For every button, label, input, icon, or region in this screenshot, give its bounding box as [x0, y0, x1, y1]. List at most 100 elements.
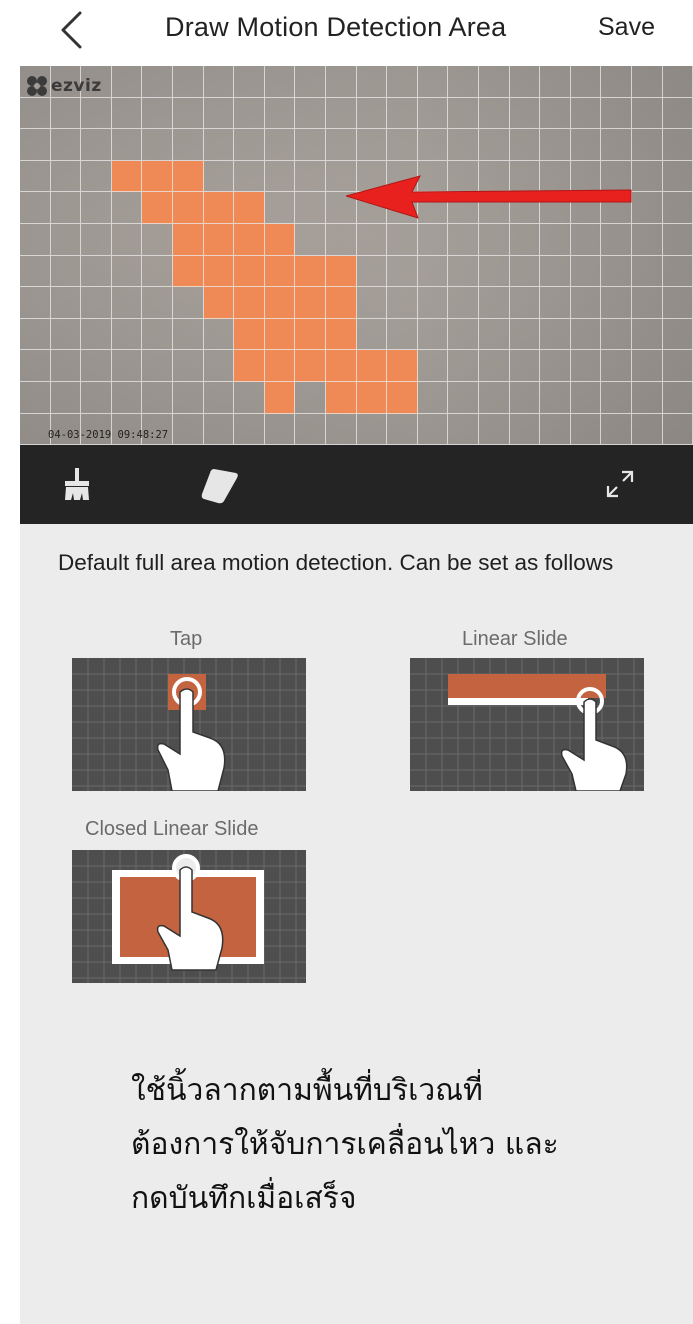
grid-cell[interactable] [356, 318, 388, 351]
grid-cell-selected[interactable] [295, 350, 326, 382]
grid-cell[interactable] [326, 97, 357, 130]
grid-cell[interactable] [173, 350, 204, 382]
grid-cell[interactable] [632, 129, 663, 161]
grid-cell[interactable] [479, 97, 510, 130]
grid-cell[interactable] [356, 287, 388, 319]
grid-cell[interactable] [570, 129, 602, 161]
fullscreen-button[interactable] [605, 469, 635, 503]
grid-cell[interactable] [662, 382, 693, 414]
save-button[interactable]: Save [598, 13, 655, 42]
grid-cell[interactable] [264, 66, 296, 98]
grid-cell[interactable] [20, 129, 51, 161]
grid-cell[interactable] [509, 255, 541, 288]
grid-cell[interactable] [662, 350, 693, 382]
grid-cell-selected[interactable] [326, 287, 357, 319]
grid-cell-selected[interactable] [295, 318, 326, 351]
grid-cell-selected[interactable] [173, 160, 204, 193]
grid-cell[interactable] [356, 255, 388, 288]
grid-cell[interactable] [570, 287, 602, 319]
grid-cell-selected[interactable] [234, 255, 265, 288]
grid-cell[interactable] [111, 224, 143, 256]
grid-cell[interactable] [509, 129, 541, 161]
grid-cell[interactable] [356, 224, 388, 256]
grid-cell-selected[interactable] [234, 287, 265, 319]
grid-cell[interactable] [479, 66, 510, 98]
grid-cell[interactable] [173, 413, 204, 445]
grid-cell[interactable] [570, 66, 602, 98]
grid-cell[interactable] [50, 382, 82, 414]
grid-cell[interactable] [50, 287, 82, 319]
grid-cell[interactable] [142, 350, 173, 382]
grid-cell[interactable] [540, 318, 571, 351]
grid-cell[interactable] [632, 382, 663, 414]
grid-cell-selected[interactable] [387, 382, 418, 414]
grid-cell[interactable] [81, 129, 112, 161]
grid-cell[interactable] [540, 97, 571, 130]
grid-cell[interactable] [417, 413, 449, 445]
grid-cell[interactable] [540, 224, 571, 256]
grid-cell[interactable] [632, 192, 663, 224]
grid-cell[interactable] [326, 413, 357, 445]
grid-cell[interactable] [601, 318, 632, 351]
grid-cell[interactable] [570, 255, 602, 288]
grid-cell[interactable] [570, 97, 602, 130]
grid-cell[interactable] [632, 66, 663, 98]
grid-cell[interactable] [632, 160, 663, 193]
grid-cell[interactable] [448, 255, 479, 288]
grid-cell[interactable] [142, 382, 173, 414]
grid-cell[interactable] [142, 129, 173, 161]
grid-cell[interactable] [295, 413, 326, 445]
grid-cell[interactable] [540, 129, 571, 161]
grid-cell[interactable] [448, 413, 479, 445]
grid-cell[interactable] [264, 129, 296, 161]
grid-cell[interactable] [50, 350, 82, 382]
grid-cell[interactable] [632, 224, 663, 256]
grid-cell[interactable] [540, 413, 571, 445]
grid-cell[interactable] [448, 224, 479, 256]
grid-cell[interactable] [234, 97, 265, 130]
grid-cell[interactable] [326, 66, 357, 98]
grid-cell[interactable] [111, 97, 143, 130]
grid-cell[interactable] [662, 97, 693, 130]
grid-cell[interactable] [662, 224, 693, 256]
grid-cell[interactable] [264, 413, 296, 445]
grid-cell-selected[interactable] [387, 350, 418, 382]
grid-cell[interactable] [81, 287, 112, 319]
grid-cell[interactable] [387, 97, 418, 130]
grid-cell[interactable] [203, 129, 235, 161]
grid-cell[interactable] [662, 66, 693, 98]
grid-cell[interactable] [173, 129, 204, 161]
grid-cell[interactable] [479, 224, 510, 256]
grid-cell[interactable] [417, 224, 449, 256]
grid-cell[interactable] [81, 97, 112, 130]
grid-cell[interactable] [662, 255, 693, 288]
grid-cell[interactable] [479, 129, 510, 161]
grid-cell-selected[interactable] [264, 224, 296, 256]
grid-cell[interactable] [417, 97, 449, 130]
grid-cell[interactable] [234, 160, 265, 193]
grid-cell[interactable] [264, 192, 296, 224]
grid-cell-selected[interactable] [234, 318, 265, 351]
grid-cell[interactable] [540, 66, 571, 98]
grid-cell[interactable] [417, 318, 449, 351]
grid-cell[interactable] [173, 382, 204, 414]
grid-cell[interactable] [50, 160, 82, 193]
grid-cell-selected[interactable] [264, 350, 296, 382]
grid-cell[interactable] [540, 287, 571, 319]
grid-cell[interactable] [111, 192, 143, 224]
grid-cell[interactable] [50, 97, 82, 130]
grid-cell[interactable] [387, 224, 418, 256]
grid-cell[interactable] [540, 350, 571, 382]
grid-cell-selected[interactable] [326, 318, 357, 351]
grid-cell[interactable] [570, 224, 602, 256]
grid-cell-selected[interactable] [264, 382, 296, 414]
grid-cell[interactable] [111, 350, 143, 382]
grid-cell[interactable] [295, 97, 326, 130]
grid-cell[interactable] [356, 129, 388, 161]
grid-cell[interactable] [601, 350, 632, 382]
grid-cell-selected[interactable] [356, 350, 388, 382]
grid-cell[interactable] [81, 382, 112, 414]
grid-cell[interactable] [601, 66, 632, 98]
grid-cell[interactable] [203, 160, 235, 193]
grid-cell[interactable] [509, 318, 541, 351]
